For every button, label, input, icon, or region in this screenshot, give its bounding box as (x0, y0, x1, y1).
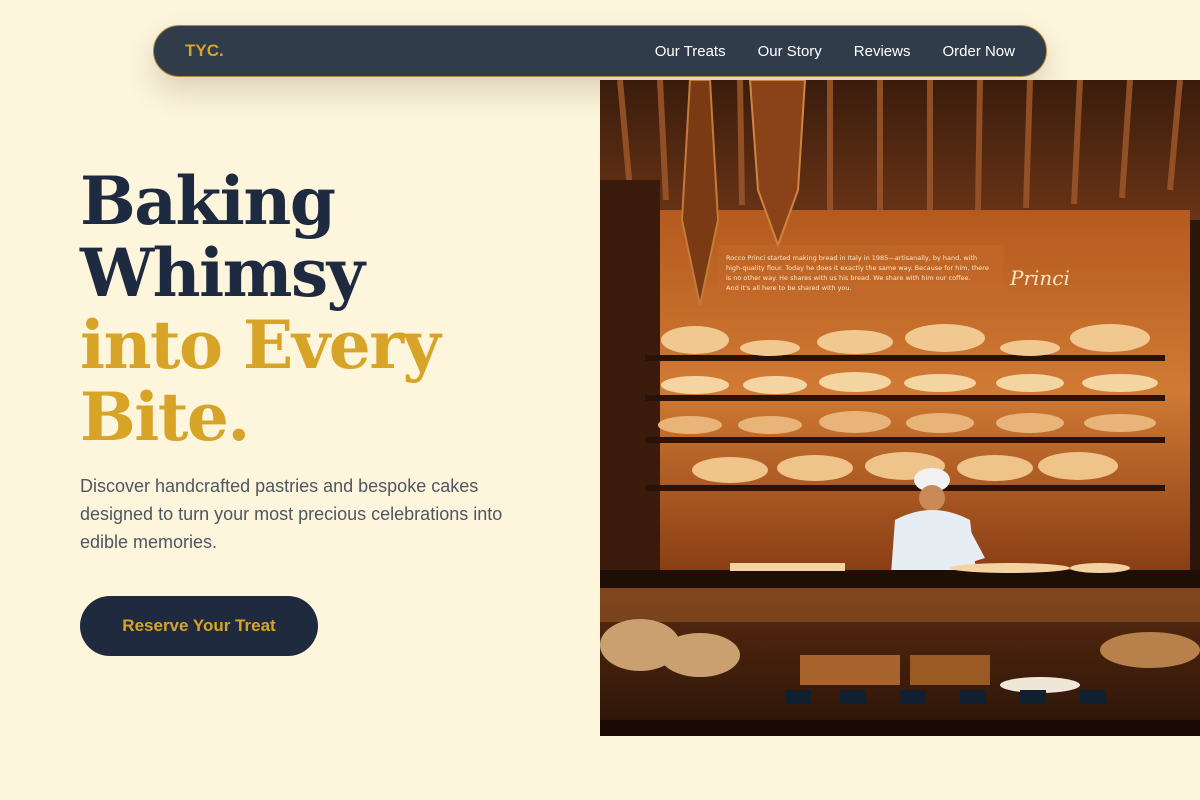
brand-logo[interactable]: TYC. (185, 41, 224, 61)
hero-title-line-2: Whimsy (80, 234, 365, 312)
princi-logo: Princi (1009, 266, 1070, 290)
bakery-illustration: Rocco Princi started making bread in Ita… (600, 80, 1200, 736)
hero-description: Discover handcrafted pastries and bespok… (80, 476, 503, 552)
nav-links: Our Treats Our Story Reviews Order Now (655, 43, 1015, 60)
hero-title-line-1: Baking (80, 162, 336, 240)
reserve-treat-button[interactable]: Reserve Your Treat (80, 596, 318, 656)
hero-title-line-4: Bite. (80, 378, 250, 456)
hero-title-line-3: into Every (80, 306, 441, 384)
top-navbar: TYC. Our Treats Our Story Reviews Order … (153, 25, 1047, 77)
left-pillar (600, 180, 660, 580)
nav-link-our-story[interactable]: Our Story (758, 43, 822, 60)
nav-link-reviews[interactable]: Reviews (854, 43, 911, 60)
hero-title: Baking Whimsy into Every Bite. (80, 162, 441, 456)
nav-link-our-treats[interactable]: Our Treats (655, 43, 726, 60)
bakery-photo: Rocco Princi started making bread in Ita… (600, 80, 1200, 736)
nav-link-order-now[interactable]: Order Now (942, 43, 1015, 60)
